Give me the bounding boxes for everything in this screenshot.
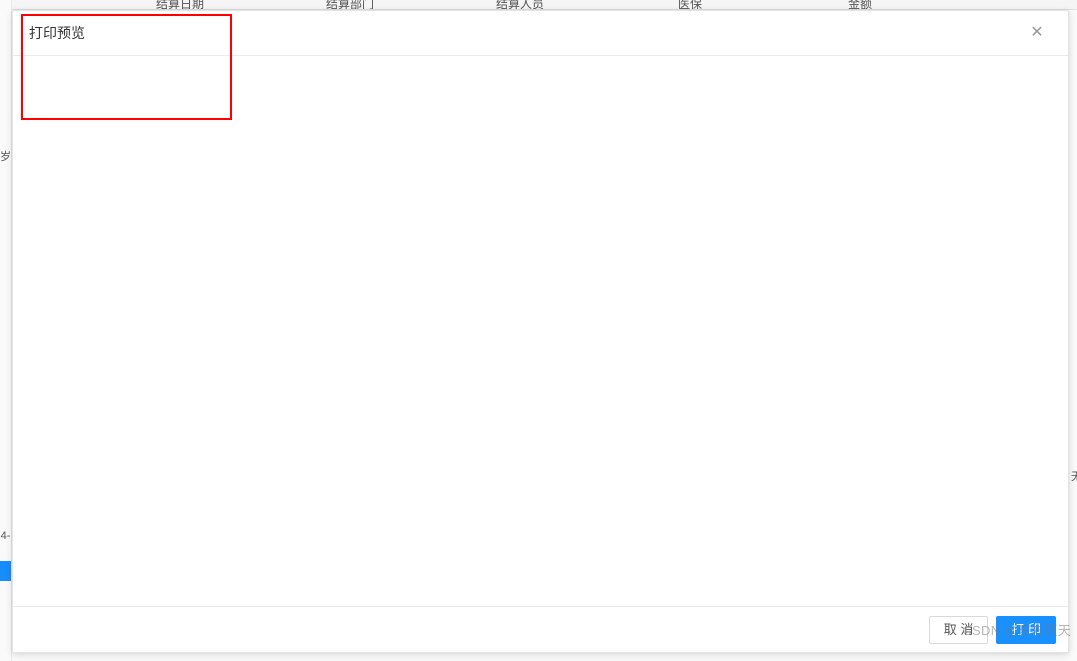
print-button[interactable]: 打 印 (996, 616, 1056, 644)
modal-body (13, 56, 1068, 606)
print-preview-modal: 打印预览 ✕ 取 消 打 印 (12, 10, 1069, 653)
modal-header: 打印预览 ✕ (13, 11, 1068, 56)
modal-title: 打印预览 (29, 23, 85, 43)
cancel-button[interactable]: 取 消 (929, 616, 989, 644)
close-icon[interactable]: ✕ (1022, 18, 1052, 48)
modal-footer: 取 消 打 印 (13, 606, 1068, 652)
